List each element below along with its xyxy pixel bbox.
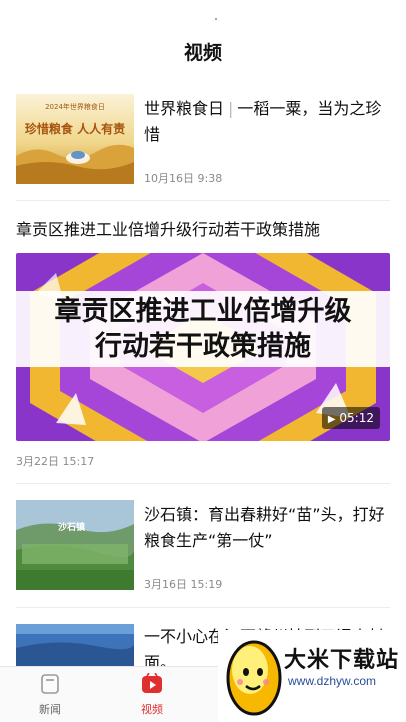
rice-mascot-logo bbox=[226, 640, 282, 716]
video-duration-badge: ▶ 05:12 bbox=[321, 407, 380, 429]
watermark-url: www.dzhyw.com bbox=[288, 674, 377, 688]
watermark: 大米下载站 www.dzhyw.com bbox=[218, 630, 406, 722]
tab-news[interactable]: 新闻 bbox=[20, 673, 80, 717]
video-overlay-line1: 章贡区推进工业倍增升级 bbox=[54, 296, 352, 327]
video-thumbnail: 沙石镇 bbox=[16, 500, 134, 590]
news-icon bbox=[41, 674, 59, 694]
video-list-item[interactable]: 2024年世界粮食日 珍惜粮食 人人有责 世界粮食日 | 一稻一粟，当为之珍惜 10… bbox=[16, 94, 390, 186]
video-timestamp: 10月16日 9:38 bbox=[144, 172, 223, 185]
divider bbox=[16, 607, 390, 608]
page-title: 视频 bbox=[183, 42, 222, 64]
watermark-text: 大米下载站 bbox=[284, 648, 400, 673]
video-title[interactable]: 章贡区推进工业倍增升级行动若干政策措施 bbox=[16, 218, 390, 242]
video-thumbnail bbox=[16, 624, 134, 666]
thumb-caption-top: 2024年世界粮食日 bbox=[45, 103, 105, 111]
tab-video[interactable]: 视频 bbox=[122, 672, 182, 717]
video-timestamp: 3月16日 15:19 bbox=[144, 578, 223, 591]
video-timestamp: 3月22日 15:17 bbox=[16, 455, 95, 468]
video-icon bbox=[142, 672, 162, 693]
video-thumbnail: 2024年世界粮食日 珍惜粮食 人人有责 bbox=[16, 94, 134, 184]
page-header: 视频 bbox=[0, 0, 406, 86]
thumb-caption-main: 珍惜粮食 人人有责 bbox=[24, 122, 126, 136]
video-title[interactable]: 世界粮食日 | 一稻一粟，当为之珍惜 bbox=[144, 96, 390, 148]
video-overlay-line2: 行动若干政策措施 bbox=[95, 331, 311, 362]
play-icon: ▶ bbox=[327, 414, 336, 425]
thumb-label: 沙石镇 bbox=[58, 523, 86, 533]
video-player[interactable]: 章贡区推进工业倍增升级 行动若干政策措施 ▶ 05:12 bbox=[16, 253, 390, 441]
status-dot bbox=[215, 18, 217, 20]
divider bbox=[16, 200, 390, 201]
video-title[interactable]: 沙石镇：育出春耕好“苗”头，打好粮食生产“第一仗” bbox=[144, 502, 390, 554]
divider bbox=[16, 483, 390, 484]
video-list-item[interactable]: 沙石镇 沙石镇：育出春耕好“苗”头，打好粮食生产“第一仗” 3月16日 15:1… bbox=[16, 500, 390, 592]
